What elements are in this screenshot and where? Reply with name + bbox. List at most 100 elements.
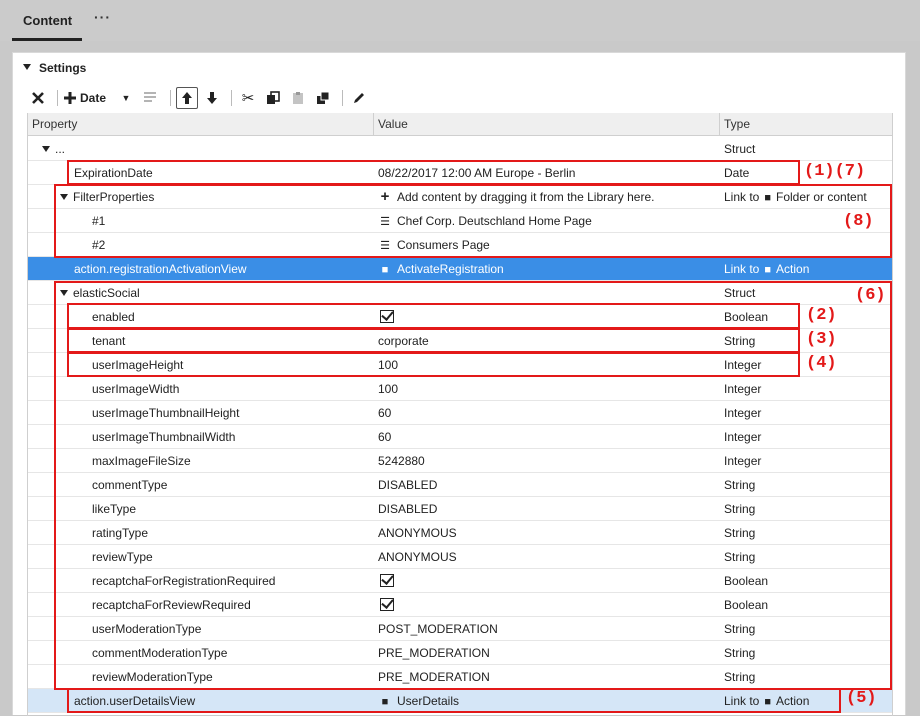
tab-bar: Content ··· <box>0 0 920 41</box>
row-value[interactable]: ☰ Consumers Page <box>378 233 490 257</box>
settings-header[interactable]: Settings <box>23 61 86 79</box>
row-type: Struct <box>724 286 756 300</box>
table-row[interactable]: ratingType ANONYMOUS String <box>28 521 892 545</box>
type-label: Action <box>776 694 810 708</box>
linked-content-label: Consumers Page <box>397 238 490 252</box>
copy-icon[interactable] <box>262 87 284 109</box>
table-row[interactable]: userImageThumbnailHeight 60 Integer <box>28 401 892 425</box>
row-value[interactable]: corporate <box>378 329 429 353</box>
row-type: String <box>724 478 756 492</box>
table-row-selected[interactable]: action.registrationActivationView ■ Activ… <box>28 257 892 281</box>
move-down-button[interactable] <box>201 87 223 109</box>
table-row[interactable]: #2 ☰ Consumers Page <box>28 233 892 257</box>
linked-content-label: ActivateRegistration <box>397 262 504 276</box>
move-up-button[interactable] <box>176 87 199 109</box>
row-value[interactable]: PRE_MODERATION <box>378 665 490 689</box>
row-value[interactable]: DISABLED <box>378 473 437 497</box>
expand-triangle-icon[interactable] <box>42 146 50 152</box>
table-row[interactable]: userModerationType POST_MODERATION Strin… <box>28 617 892 641</box>
row-property: reviewType <box>92 550 153 564</box>
row-value[interactable]: ANONYMOUS <box>378 521 457 545</box>
row-value[interactable]: 100 <box>378 377 398 401</box>
row-value[interactable]: 60 <box>378 425 391 449</box>
document-icon: ■ <box>764 192 772 204</box>
add-button[interactable]: Date <box>63 87 106 109</box>
table-row[interactable]: ExpirationDate 08/22/2017 12:00 AM Europ… <box>28 161 892 185</box>
row-value[interactable]: 100 <box>378 353 398 377</box>
list-icon <box>140 87 162 109</box>
table-row[interactable]: commentType DISABLED String <box>28 473 892 497</box>
tab-content[interactable]: Content <box>12 0 82 41</box>
table-row[interactable]: commentModerationType PRE_MODERATION Str… <box>28 641 892 665</box>
row-value[interactable]: 08/22/2017 12:00 AM Europe - Berlin <box>378 161 575 185</box>
table-row[interactable]: userImageWidth 100 Integer <box>28 377 892 401</box>
table-row[interactable]: recaptchaForReviewRequired Boolean <box>28 593 892 617</box>
row-type: String <box>724 550 756 564</box>
column-header-type[interactable]: Type <box>720 113 892 136</box>
add-type-dropdown-icon[interactable]: ▼ <box>115 87 137 109</box>
expand-triangle-icon[interactable] <box>60 290 68 296</box>
row-property-label: FilterProperties <box>73 190 155 204</box>
document-icon: ■ <box>381 696 389 708</box>
row-value <box>378 593 394 617</box>
table-row-highlighted[interactable]: action.userDetailsView ■ UserDetails Link… <box>28 689 892 713</box>
annotation-label-5: (5) <box>846 689 877 708</box>
row-value[interactable]: + Add content by dragging it from the Lib… <box>378 185 655 209</box>
column-header-value[interactable]: Value <box>374 113 720 136</box>
row-property: recaptchaForRegistrationRequired <box>92 574 276 588</box>
table-row[interactable]: likeType DISABLED String <box>28 497 892 521</box>
annotation-label-4: (4) <box>806 354 837 373</box>
row-property: reviewModerationType <box>92 670 213 684</box>
checkbox-checked[interactable] <box>380 574 394 587</box>
table-row[interactable]: userImageHeight 100 Integer <box>28 353 892 377</box>
row-property: userImageThumbnailHeight <box>92 406 240 420</box>
cut-icon[interactable]: ✂ <box>237 87 259 109</box>
type-prefix: Link to <box>724 190 760 204</box>
row-value[interactable]: POST_MODERATION <box>378 617 498 641</box>
property-grid: Property Value Type ... Struct Expiratio… <box>27 113 893 716</box>
table-row[interactable]: reviewType ANONYMOUS String <box>28 545 892 569</box>
row-value[interactable]: ■ ActivateRegistration <box>378 257 504 281</box>
row-type: Boolean <box>724 598 769 612</box>
table-row[interactable]: elasticSocial Struct <box>28 281 892 305</box>
row-type: Boolean <box>724 574 769 588</box>
linked-content-label: Chef Corp. Deutschland Home Page <box>397 214 592 228</box>
table-row[interactable]: maxImageFileSize 5242880 Integer <box>28 449 892 473</box>
type-prefix: Link to <box>724 262 760 276</box>
table-row[interactable]: FilterProperties + Add content by draggin… <box>28 185 892 209</box>
more-tabs-menu[interactable]: ··· <box>94 9 111 25</box>
edit-pencil-icon[interactable] <box>348 87 370 109</box>
table-row[interactable]: enabled Boolean <box>28 305 892 329</box>
toolbar-separator <box>231 90 233 106</box>
table-row[interactable]: #1 ☰ Chef Corp. Deutschland Home Page <box>28 209 892 233</box>
table-row[interactable]: reviewModerationType PRE_MODERATION Stri… <box>28 665 892 689</box>
table-row[interactable]: userImageThumbnailWidth 60 Integer <box>28 425 892 449</box>
checkbox-checked[interactable] <box>380 310 394 323</box>
table-row[interactable]: tenant corporate String <box>28 329 892 353</box>
row-value[interactable]: 60 <box>378 401 391 425</box>
row-type: Integer <box>724 358 762 372</box>
checkbox-checked[interactable] <box>380 598 394 611</box>
row-type: String <box>724 526 756 540</box>
row-value[interactable]: ☰ Chef Corp. Deutschland Home Page <box>378 209 592 233</box>
row-type: Link to ■ Action <box>724 257 809 281</box>
row-value[interactable]: 5242880 <box>378 449 425 473</box>
row-property-label: elasticSocial <box>73 286 140 300</box>
row-type: Link to ■ Folder or content <box>724 185 867 209</box>
row-property: userImageWidth <box>92 382 180 396</box>
row-value[interactable]: DISABLED <box>378 497 437 521</box>
duplicate-icon[interactable] <box>312 87 334 109</box>
row-type: Integer <box>724 406 762 420</box>
table-row[interactable]: ... Struct <box>28 137 892 161</box>
row-value[interactable]: PRE_MODERATION <box>378 641 490 665</box>
column-header-property[interactable]: Property <box>28 113 374 136</box>
row-value[interactable]: ANONYMOUS <box>378 545 457 569</box>
row-value[interactable]: ■ UserDetails <box>378 689 459 713</box>
linked-content-label: UserDetails <box>397 694 460 708</box>
page-icon: ☰ <box>380 240 390 252</box>
annotation-label-1-7: (1)(7) <box>804 162 866 181</box>
table-row[interactable]: recaptchaForRegistrationRequired Boolean <box>28 569 892 593</box>
delete-button[interactable] <box>27 87 49 109</box>
expand-triangle-icon[interactable] <box>60 194 68 200</box>
row-type: Struct <box>724 142 756 156</box>
